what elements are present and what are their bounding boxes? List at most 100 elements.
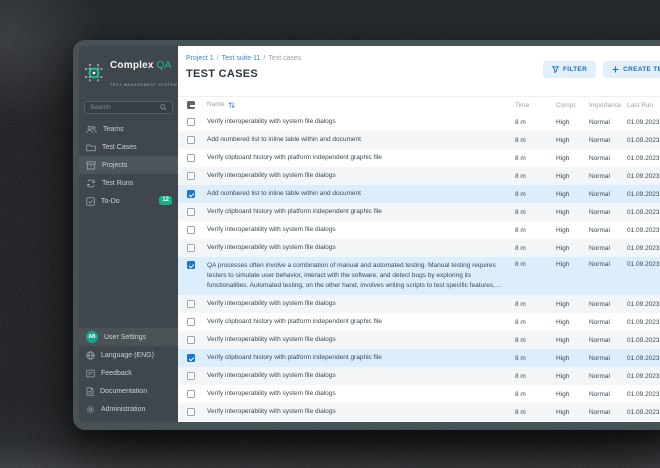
row-checkbox[interactable] — [187, 172, 195, 180]
table-row[interactable]: Verify interoperability with system file… — [178, 221, 660, 239]
row-time: 8 m — [515, 191, 556, 198]
select-all-checkbox[interactable] — [187, 101, 195, 109]
row-checkbox[interactable] — [187, 408, 195, 416]
sidebar-item-user-settings[interactable]: AB User Settings — [79, 328, 178, 346]
row-checkbox[interactable] — [187, 300, 195, 308]
row-compl: High — [556, 245, 589, 252]
table-row[interactable]: Add numbered list to inline table within… — [178, 131, 660, 149]
row-checkbox[interactable] — [187, 226, 195, 234]
row-checkbox[interactable] — [187, 318, 195, 326]
row-checkbox[interactable] — [187, 372, 195, 380]
table-row[interactable]: Verify interoperability with system file… — [178, 239, 660, 257]
table-row[interactable]: Verify interoperability with system file… — [178, 367, 660, 385]
sort-icon[interactable] — [228, 101, 235, 109]
row-importance: Normal — [589, 209, 627, 216]
row-importance: Normal — [589, 119, 627, 126]
row-checkbox[interactable] — [187, 190, 195, 198]
sidebar-item-language[interactable]: Language (ENG) — [79, 346, 178, 364]
create-test-run-button[interactable]: CREATE TEST RUN — [603, 61, 660, 78]
sidebar-item-feedback[interactable]: Feedback — [79, 364, 178, 382]
column-header-name: Name — [207, 100, 224, 110]
column-header-time: Time — [515, 102, 556, 109]
row-last-run: 01.09.2023 — [627, 373, 660, 380]
row-time: 8 m — [515, 137, 556, 144]
row-name: Verify interoperability with system file… — [207, 225, 515, 235]
filter-funnel-icon — [552, 66, 559, 73]
row-time: 8 m — [515, 261, 556, 268]
row-checkbox[interactable] — [187, 261, 195, 269]
row-checkbox[interactable] — [187, 136, 195, 144]
row-compl: High — [556, 119, 589, 126]
row-compl: High — [556, 155, 589, 162]
row-checkbox[interactable] — [187, 118, 195, 126]
plus-icon — [612, 66, 619, 73]
table-row[interactable]: Add numbered list to inline table within… — [178, 185, 660, 203]
sidebar-item-documentation[interactable]: Documentation — [79, 382, 178, 400]
row-time: 8 m — [515, 245, 556, 252]
row-checkbox[interactable] — [187, 354, 195, 362]
row-time: 8 m — [515, 119, 556, 126]
table-header: Name Time Compl. Importance Last Run — [178, 97, 660, 113]
sidebar-item-test-runs[interactable]: Test Runs — [79, 174, 178, 192]
sidebar-item-administration[interactable]: Administration — [79, 400, 178, 418]
sidebar-footer: AB User Settings Language (ENG) Feedback — [79, 328, 178, 422]
row-time: 8 m — [515, 373, 556, 380]
breadcrumb-test-suite[interactable]: Test suite 11 — [222, 55, 261, 62]
row-name: Verify interoperability with system file… — [207, 299, 515, 309]
column-header-importance: Importance — [589, 102, 627, 109]
row-last-run: 01.09.2023 — [627, 209, 660, 216]
row-checkbox[interactable] — [187, 208, 195, 216]
search-input[interactable]: Search — [84, 101, 173, 114]
row-importance: Normal — [589, 173, 627, 180]
row-importance: Normal — [589, 137, 627, 144]
document-icon — [86, 387, 94, 396]
row-compl: High — [556, 261, 589, 268]
table-row[interactable]: Verify clipboard history with platform i… — [178, 149, 660, 167]
filter-button[interactable]: FILTER — [543, 61, 596, 78]
table-row[interactable]: Verify interoperability with system file… — [178, 295, 660, 313]
table-row[interactable]: Verify interoperability with system file… — [178, 385, 660, 403]
sidebar: Complex QA TEST MANAGEMENT SYSTEM Search… — [79, 46, 178, 422]
table-row[interactable]: Verify clipboard history with platform i… — [178, 313, 660, 331]
page-header: Project 1 / Test suite 11 / Test cases T… — [178, 46, 660, 97]
sidebar-item-projects[interactable]: Projects — [79, 156, 178, 174]
archive-icon — [86, 161, 96, 170]
row-importance: Normal — [589, 409, 627, 416]
row-compl: High — [556, 191, 589, 198]
row-time: 8 m — [515, 155, 556, 162]
search-icon — [160, 104, 167, 111]
row-importance: Normal — [589, 337, 627, 344]
sidebar-item-test-cases[interactable]: Test Cases — [79, 138, 178, 156]
row-importance: Normal — [589, 391, 627, 398]
row-importance: Normal — [589, 227, 627, 234]
table-row[interactable]: Verify clipboard history with platform i… — [178, 349, 660, 367]
table-row[interactable]: Verify clipboard history with platform i… — [178, 203, 660, 221]
row-importance: Normal — [589, 301, 627, 308]
row-last-run: 01.09.2023 — [627, 119, 660, 126]
todo-icon — [86, 197, 95, 206]
table-row[interactable]: Verify interoperability with system file… — [178, 113, 660, 131]
row-compl: High — [556, 337, 589, 344]
sidebar-item-todo[interactable]: To-Do 12 — [79, 192, 178, 210]
row-importance: Normal — [589, 155, 627, 162]
sidebar-item-label: Feedback — [101, 370, 132, 377]
row-last-run: 01.09.2023 — [627, 301, 660, 308]
table-row[interactable] — [178, 421, 660, 422]
row-last-run: 01.09.2023 — [627, 173, 660, 180]
table-row[interactable]: Verify interoperability with system file… — [178, 167, 660, 185]
row-checkbox[interactable] — [187, 336, 195, 344]
search-placeholder: Search — [90, 104, 111, 111]
row-checkbox[interactable] — [187, 390, 195, 398]
row-name: Verify interoperability with system file… — [207, 371, 515, 381]
table-row[interactable]: Verify interoperability with system file… — [178, 331, 660, 349]
row-checkbox[interactable] — [187, 244, 195, 252]
column-header-compl: Compl. — [556, 102, 589, 109]
row-compl: High — [556, 391, 589, 398]
row-last-run: 01.09.2023 — [627, 245, 660, 252]
table-row[interactable]: QA processes often involve a combination… — [178, 257, 660, 295]
breadcrumb-project[interactable]: Project 1 — [186, 55, 214, 62]
table-row[interactable]: Verify interoperability with system file… — [178, 403, 660, 421]
sidebar-item-teams[interactable]: Teams — [79, 120, 178, 138]
row-checkbox[interactable] — [187, 154, 195, 162]
breadcrumb-separator: / — [217, 55, 219, 62]
